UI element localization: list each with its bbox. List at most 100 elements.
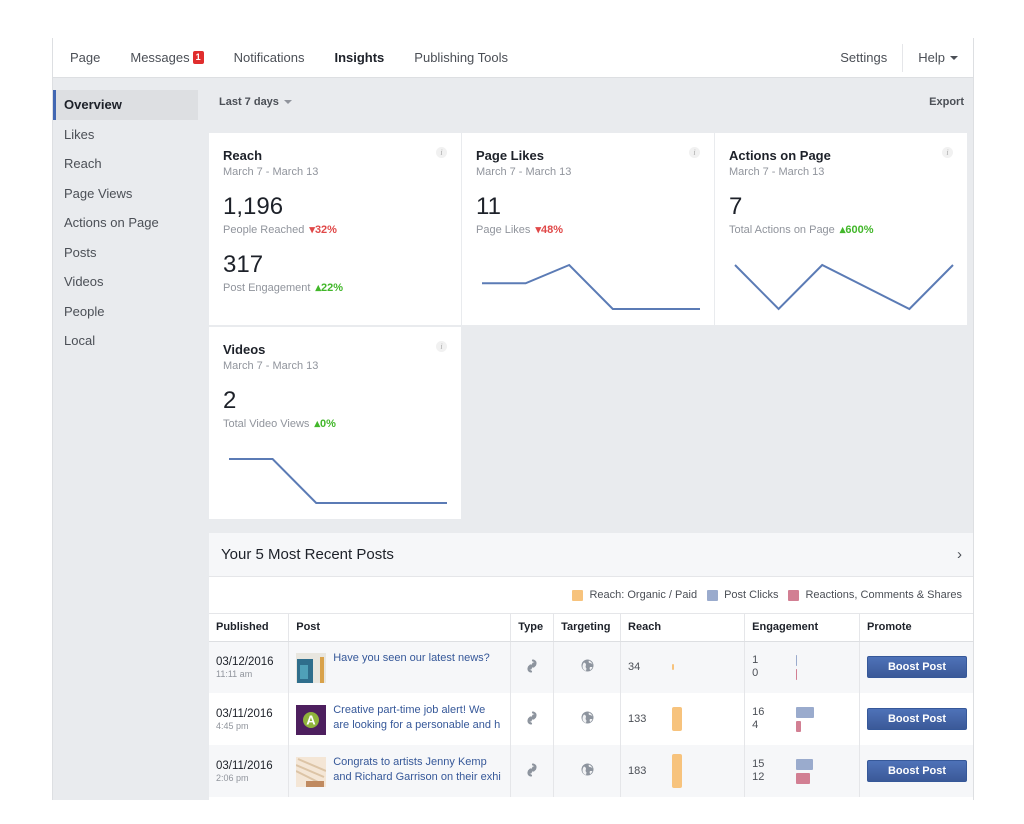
info-icon[interactable]: i [436,147,447,158]
post-text-link[interactable]: Congrats to artists Jenny Kemp and Richa… [333,755,503,785]
post-date: 03/11/2016 [216,759,273,772]
nav-insights[interactable]: Insights [319,38,399,78]
post-cell-inner: A Creative part-time job alert! We are l… [296,703,503,735]
svg-text:A: A [307,713,317,728]
type-cell [510,641,555,693]
actions-value: 7 [729,193,743,220]
reach-cell-inner: 133 [628,706,737,732]
chevron-right-icon[interactable]: › [957,546,962,563]
link-icon [527,710,537,725]
card-title: Reach [223,148,263,163]
post-text-link[interactable]: Creative part-time job alert! We are loo… [333,703,503,733]
promote-cell: Boost Post [859,745,973,797]
video-views-label: Total Video Views ▴0% [223,417,447,430]
delta-value: 22% [321,282,344,294]
col-type[interactable]: Type [510,614,555,642]
engagement-cell: 15 12 [744,745,860,797]
post-engagement-value: 317 [223,251,264,278]
delta-value: 600% [845,224,874,236]
nav-notifications[interactable]: Notifications [219,38,320,78]
info-icon[interactable]: i [689,147,700,158]
nav-publishing-tools[interactable]: Publishing Tools [399,38,523,78]
sidebar-item-reach[interactable]: Reach [53,149,198,179]
table-header-row: Published Post Type Targeting Reach Enga… [209,614,973,642]
post-clicks-value: 1 [752,654,759,667]
page-likes-label: Page Likes ▾48% [476,223,700,236]
post-date: 03/12/2016 [216,655,274,668]
delta-value: 0% [320,418,336,430]
col-post[interactable]: Post [288,614,512,642]
sparkline-series [482,263,700,310]
link-icon [527,659,537,673]
chevron-down-icon [950,55,958,60]
date-range-dropdown[interactable]: Last 7 days [219,96,292,108]
engagement-values: 15 12 [752,758,796,784]
reach-cell-inner: 183 [628,754,737,788]
engagement-cell-inner: 15 12 [752,758,852,784]
table-row[interactable]: 03/12/2016 11:11 am Have you seen our la… [209,641,973,693]
card-title: Videos [223,342,266,357]
sidebar-item-page-views[interactable]: Page Views [53,179,198,209]
delta-up: ▴22% [316,282,344,294]
col-reach[interactable]: Reach [620,614,746,642]
info-icon[interactable]: i [436,341,447,352]
post-time: 11:11 am [216,668,253,679]
type-cell [510,745,555,797]
post-thumbnail[interactable]: A [296,705,327,735]
date-range-label: Last 7 days [219,96,279,108]
nav-page[interactable]: Page [53,38,115,78]
sidebar-item-videos[interactable]: Videos [53,267,198,297]
post-cell: Congrats to artists Jenny Kemp and Richa… [288,745,512,797]
nav-insights-label: Insights [334,49,385,65]
reactions-value: 4 [752,719,759,731]
post-text-link[interactable]: Have you seen our latest news? [333,651,503,666]
sidebar-item-overview[interactable]: Overview [53,90,198,120]
nav-messages[interactable]: Messages 1 [115,38,218,78]
boost-post-button[interactable]: Boost Post [867,760,967,782]
export-button[interactable]: Export [929,96,964,108]
post-cell-inner: Congrats to artists Jenny Kemp and Richa… [296,755,503,787]
page-likes-value: 11 [476,193,501,220]
globe-icon [581,711,594,724]
col-targeting[interactable]: Targeting [553,614,622,642]
reactions-value: 0 [752,667,759,680]
sidebar-item-local[interactable]: Local [53,326,198,356]
reach-bar [672,706,683,732]
delta-down: ▾48% [536,224,564,236]
actions-sparkline [734,263,954,311]
post-thumbnail[interactable] [296,757,327,787]
reactions-bar [796,720,801,732]
sidebar-item-posts[interactable]: Posts [53,238,198,268]
card-date-range: March 7 - March 13 [476,166,572,178]
post-thumbnail[interactable] [296,653,327,684]
actions-on-page-card: Actions on Page March 7 - March 13 i 7 T… [715,133,967,325]
nav-settings[interactable]: Settings [825,38,902,78]
posts-table-body: 03/12/2016 11:11 am Have you seen our la… [209,641,973,797]
page-likes-card: Page Likes March 7 - March 13 i 11 Page … [462,133,714,325]
table-row[interactable]: 03/11/2016 2:06 pm Congrats to artists J… [209,745,973,797]
engagement-cell-inner: 16 4 [752,706,852,732]
sidebar-item-people[interactable]: People [53,297,198,327]
engagement-cell: 16 4 [744,693,860,745]
messages-badge: 1 [192,51,204,64]
delta-value: 48% [541,224,564,236]
boost-post-button[interactable]: Boost Post [867,708,967,730]
targeting-cell [553,641,622,693]
sidebar-item-likes[interactable]: Likes [53,120,198,150]
video-views-value: 2 [223,387,237,414]
col-published[interactable]: Published [209,614,290,642]
engagement-bars [796,706,815,732]
people-reached-label: People Reached ▾32% [223,223,447,236]
boost-post-button[interactable]: Boost Post [867,656,967,679]
type-cell [510,693,555,745]
table-row[interactable]: 03/11/2016 4:45 pm A Creative part-time … [209,693,973,745]
col-engagement[interactable]: Engagement [744,614,860,642]
nav-help[interactable]: Help [903,38,973,78]
recent-posts-header[interactable]: Your 5 Most Recent Posts › [209,533,973,577]
published-cell: 03/11/2016 4:45 pm [209,693,290,745]
legend-label-clicks: Post Clicks [724,589,779,601]
sidebar-item-actions-on-page[interactable]: Actions on Page [53,208,198,238]
col-promote[interactable]: Promote [859,614,973,642]
reactions-value: 12 [752,771,765,783]
info-icon[interactable]: i [942,147,953,158]
